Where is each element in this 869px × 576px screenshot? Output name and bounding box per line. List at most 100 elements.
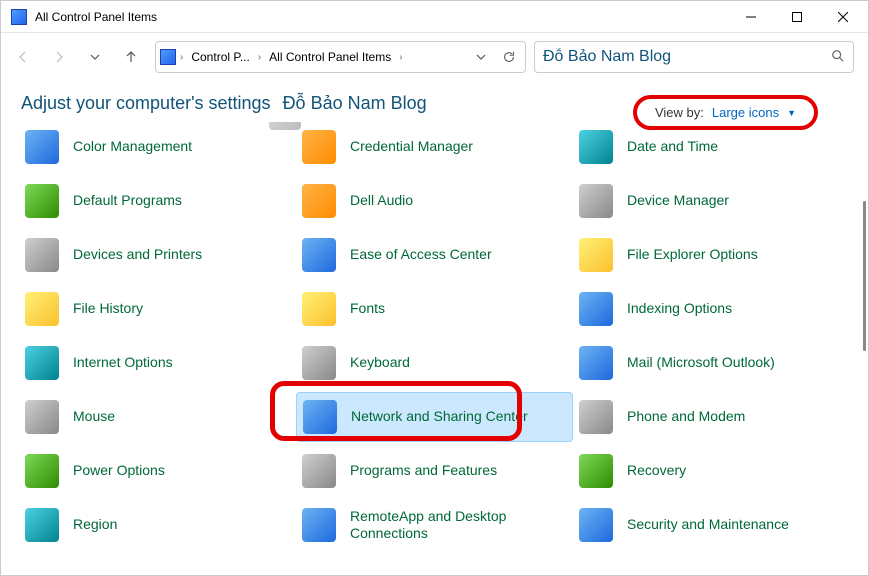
item-label: Indexing Options [627, 300, 732, 318]
fonts-icon [302, 292, 336, 326]
adjust-settings-heading: Adjust your computer's settings [21, 93, 271, 114]
item-label: Device Manager [627, 192, 729, 210]
titlebar: All Control Panel Items [1, 1, 868, 33]
mouse-icon [25, 400, 59, 434]
view-by-value[interactable]: Large icons [712, 105, 779, 120]
cp-item-indexing-options[interactable]: Indexing Options [573, 284, 850, 334]
cp-item-color-management[interactable]: Color Management [19, 122, 296, 172]
item-label: Devices and Printers [73, 246, 202, 264]
minimize-button[interactable] [728, 2, 774, 32]
cp-item-dell-audio[interactable]: Dell Audio [296, 176, 573, 226]
item-label: Fonts [350, 300, 385, 318]
programs-features-icon [302, 454, 336, 488]
credential-manager-icon [302, 130, 336, 164]
search-box[interactable] [534, 41, 854, 73]
chevron-icon[interactable]: › [258, 52, 261, 63]
item-label: Date and Time [627, 138, 718, 156]
breadcrumb-all-items[interactable]: All Control Panel Items [265, 48, 395, 66]
cp-item-ease-of-access-center[interactable]: Ease of Access Center [296, 230, 573, 280]
content-area: (Windows 7) Color Management Credential M… [1, 122, 868, 544]
item-label: File History [73, 300, 143, 318]
cp-item-programs-and-features[interactable]: Programs and Features [296, 446, 573, 496]
security-maintenance-icon [579, 508, 613, 542]
chevron-icon[interactable]: › [399, 52, 402, 63]
cp-item-recovery[interactable]: Recovery [573, 446, 850, 496]
backup-restore-icon [269, 122, 301, 130]
view-by-label: View by: [655, 105, 704, 120]
network-sharing-icon [303, 400, 337, 434]
indexing-options-icon [579, 292, 613, 326]
up-button[interactable] [115, 41, 147, 73]
address-bar[interactable]: › Control P... › All Control Panel Items… [155, 41, 526, 73]
phone-modem-icon [579, 400, 613, 434]
chevron-down-icon: ▼ [787, 108, 796, 118]
date-time-icon [579, 130, 613, 164]
window-controls [728, 2, 866, 32]
item-label: Recovery [627, 462, 686, 480]
item-label: Programs and Features [350, 462, 497, 480]
cp-item-fonts[interactable]: Fonts [296, 284, 573, 334]
address-dropdown[interactable] [469, 45, 493, 69]
internet-options-icon [25, 346, 59, 380]
item-label: Security and Maintenance [627, 516, 789, 534]
navbar: › Control P... › All Control Panel Items… [1, 33, 868, 81]
search-icon[interactable] [831, 49, 845, 66]
devices-printers-icon [25, 238, 59, 272]
item-label: RemoteApp and Desktop Connections [350, 508, 567, 543]
cp-item-mail-microsoft-outlook-[interactable]: Mail (Microsoft Outlook) [573, 338, 850, 388]
cp-item-region[interactable]: Region [19, 500, 296, 544]
item-label: Ease of Access Center [350, 246, 492, 264]
cp-item-power-options[interactable]: Power Options [19, 446, 296, 496]
cp-item-device-manager[interactable]: Device Manager [573, 176, 850, 226]
partial-item-windows7[interactable]: (Windows 7) [269, 122, 546, 130]
cp-item-phone-and-modem[interactable]: Phone and Modem [573, 392, 850, 442]
default-programs-icon [25, 184, 59, 218]
cp-item-default-programs[interactable]: Default Programs [19, 176, 296, 226]
control-panel-icon [11, 9, 27, 25]
scrollbar[interactable] [863, 201, 866, 351]
item-label: File Explorer Options [627, 246, 758, 264]
search-input[interactable] [543, 48, 831, 66]
power-options-icon [25, 454, 59, 488]
cp-item-file-history[interactable]: File History [19, 284, 296, 334]
file-explorer-options-icon [579, 238, 613, 272]
forward-button[interactable] [43, 41, 75, 73]
keyboard-icon [302, 346, 336, 380]
back-button[interactable] [7, 41, 39, 73]
item-label: Region [73, 516, 117, 534]
item-label: Credential Manager [350, 138, 473, 156]
address-icon [160, 49, 176, 65]
cp-item-file-explorer-options[interactable]: File Explorer Options [573, 230, 850, 280]
recent-dropdown[interactable] [79, 41, 111, 73]
cp-item-network-and-sharing-center[interactable]: Network and Sharing Center [296, 392, 573, 442]
cp-item-security-and-maintenance[interactable]: Security and Maintenance [573, 500, 850, 544]
items-grid: Color Management Credential Manager Date a… [19, 122, 850, 544]
item-label: Phone and Modem [627, 408, 745, 426]
dell-audio-icon [302, 184, 336, 218]
settings-bar: Adjust your computer's settings Đỗ Bảo N… [1, 81, 868, 122]
watermark-text: Đỗ Bảo Nam Blog [283, 93, 427, 114]
recovery-icon [579, 454, 613, 488]
window-title: All Control Panel Items [35, 10, 728, 24]
chevron-icon[interactable]: › [180, 52, 183, 63]
ease-of-access-icon [302, 238, 336, 272]
maximize-button[interactable] [774, 2, 820, 32]
cp-item-mouse[interactable]: Mouse [19, 392, 296, 442]
cp-item-devices-and-printers[interactable]: Devices and Printers [19, 230, 296, 280]
item-label: Default Programs [73, 192, 182, 210]
item-label: Keyboard [350, 354, 410, 372]
remoteapp-icon [302, 508, 336, 542]
file-history-icon [25, 292, 59, 326]
item-label: Network and Sharing Center [351, 408, 528, 426]
cp-item-internet-options[interactable]: Internet Options [19, 338, 296, 388]
cp-item-remoteapp-and-desktop-connections[interactable]: RemoteApp and Desktop Connections [296, 500, 573, 544]
close-button[interactable] [820, 2, 866, 32]
cp-item-keyboard[interactable]: Keyboard [296, 338, 573, 388]
item-label: Internet Options [73, 354, 173, 372]
cp-item-date-and-time[interactable]: Date and Time [573, 122, 850, 172]
item-label: Mouse [73, 408, 115, 426]
breadcrumb-control-panel[interactable]: Control P... [187, 48, 253, 66]
refresh-button[interactable] [497, 45, 521, 69]
item-label: Power Options [73, 462, 165, 480]
item-label: Mail (Microsoft Outlook) [627, 354, 775, 372]
